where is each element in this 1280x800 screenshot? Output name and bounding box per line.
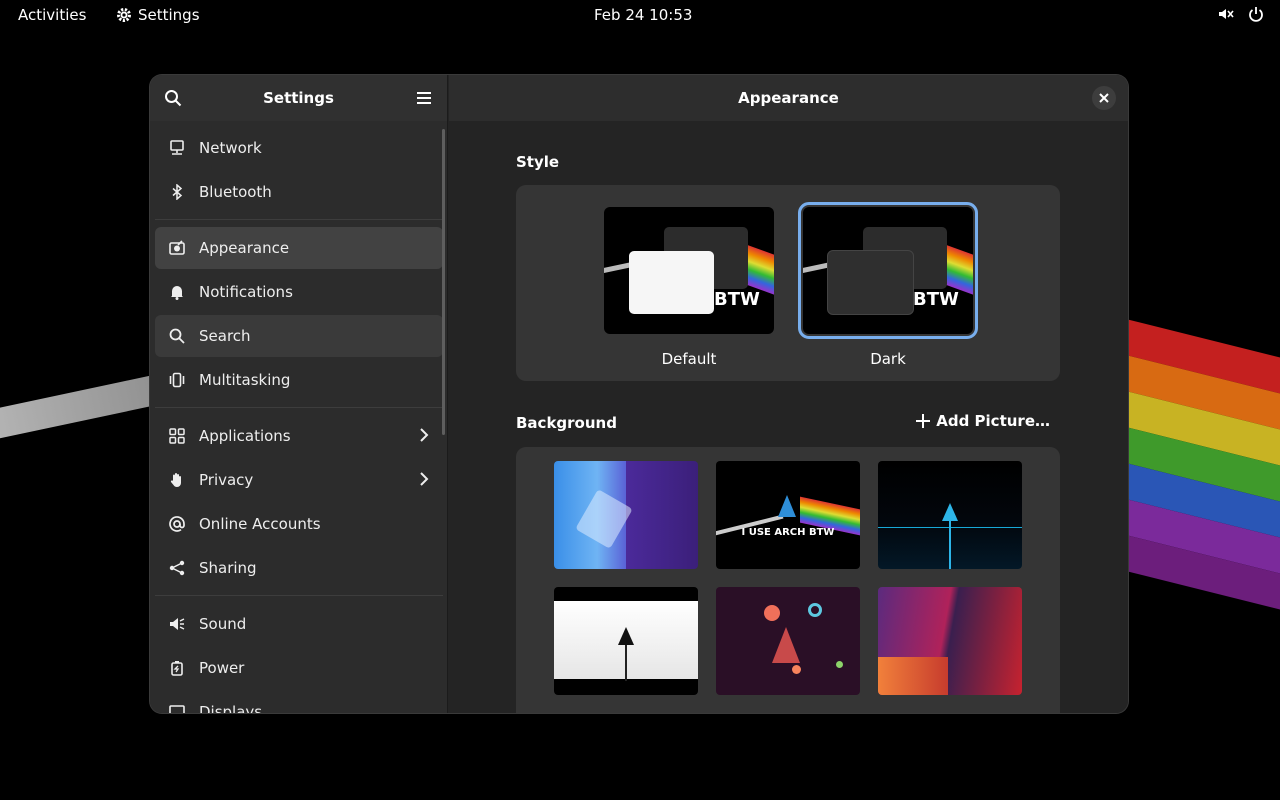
sidebar-item-bluetooth[interactable]: Bluetooth	[155, 171, 443, 213]
background-gallery: I USE ARCH BTW	[516, 447, 1060, 713]
appearance-panel: Appearance Style BTW Default BTW Dark Ba…	[449, 75, 1128, 713]
power-icon	[1249, 7, 1263, 22]
sidebar-item-label: Network	[199, 139, 262, 157]
app-menu-label: Settings	[138, 6, 200, 24]
sidebar-separator	[155, 595, 443, 596]
clock[interactable]: Feb 24 10:53	[594, 6, 692, 24]
settings-window: Settings Network Bluetooth Appearance No…	[150, 75, 1128, 713]
sidebar-item-label: Bluetooth	[199, 183, 272, 201]
sidebar-list: Network Bluetooth Appearance Notificatio	[155, 127, 443, 713]
sidebar-item-power[interactable]: Power	[155, 647, 443, 689]
activities-button[interactable]: Activities	[18, 6, 86, 24]
display-icon	[167, 702, 187, 713]
plus-icon	[916, 414, 931, 428]
sidebar-item-notifications[interactable]: Notifications	[155, 271, 443, 313]
at-icon	[167, 514, 187, 534]
sidebar-item-applications[interactable]: Applications	[155, 415, 443, 457]
close-icon	[1099, 93, 1109, 103]
add-picture-label: Add Picture…	[936, 412, 1050, 430]
bell-icon	[167, 282, 187, 302]
chevron-right-icon	[419, 427, 429, 447]
appearance-icon	[167, 238, 187, 258]
speaker-icon	[167, 614, 187, 634]
background-section-title: Background	[516, 414, 617, 432]
style-preview-default: BTW	[604, 207, 774, 334]
share-icon	[167, 558, 187, 578]
sidebar-item-label: Multitasking	[199, 371, 291, 389]
sidebar-item-sharing[interactable]: Sharing	[155, 547, 443, 589]
sidebar-item-label: Online Accounts	[199, 515, 321, 533]
style-option-label: Dark	[870, 350, 906, 368]
sidebar-scrollbar[interactable]	[442, 129, 445, 435]
battery-icon	[167, 658, 187, 678]
sidebar-item-label: Privacy	[199, 471, 254, 489]
main-menu-button[interactable]	[413, 87, 435, 109]
close-button[interactable]	[1092, 86, 1116, 110]
sidebar-item-search[interactable]: Search	[155, 315, 443, 357]
preview-text: BTW	[714, 289, 760, 310]
sidebar-separator	[155, 219, 443, 220]
system-status[interactable]	[1218, 6, 1264, 22]
sidebar-item-displays[interactable]: Displays	[155, 691, 443, 713]
chevron-right-icon	[419, 471, 429, 491]
wallpaper-thumb-blue-hex[interactable]	[554, 461, 698, 569]
style-option-label: Default	[661, 350, 717, 368]
hamburger-icon	[417, 92, 431, 104]
sidebar-item-privacy[interactable]: Privacy	[155, 459, 443, 501]
sidebar-item-label: Applications	[199, 427, 291, 445]
sidebar-item-label: Sound	[199, 615, 247, 633]
style-chooser: BTW Default BTW Dark	[516, 185, 1060, 381]
sidebar-item-appearance[interactable]: Appearance	[155, 227, 443, 269]
top-bar: Activities Settings Feb 24 10:53	[0, 0, 1280, 32]
sidebar-item-network[interactable]: Network	[155, 127, 443, 169]
gear-icon	[117, 8, 131, 22]
wallpaper-thumb-arch-white[interactable]	[554, 587, 698, 695]
wallpaper-caption: I USE ARCH BTW	[741, 527, 835, 538]
style-option-dark[interactable]: BTW Dark	[798, 202, 978, 368]
sidebar-item-label: Sharing	[199, 559, 257, 577]
search-button[interactable]	[162, 87, 184, 109]
volume-muted-icon	[1219, 9, 1234, 19]
bluetooth-icon	[167, 182, 187, 202]
sidebar-item-online-accounts[interactable]: Online Accounts	[155, 503, 443, 545]
network-icon	[167, 138, 187, 158]
search-icon	[165, 90, 182, 107]
style-preview-dark: BTW	[798, 202, 978, 339]
sidebar-item-label: Appearance	[199, 239, 290, 257]
app-menu[interactable]: Settings	[116, 6, 200, 24]
sidebar-separator	[155, 407, 443, 408]
search-icon	[167, 326, 187, 346]
style-option-default[interactable]: BTW Default	[604, 207, 774, 368]
wallpaper-thumb-arch-grid[interactable]	[878, 461, 1022, 569]
sidebar-item-label: Displays	[199, 703, 263, 713]
preview-text: BTW	[913, 289, 959, 310]
sidebar-item-label: Notifications	[199, 283, 293, 301]
hand-icon	[167, 470, 187, 490]
sidebar-item-label: Power	[199, 659, 245, 677]
wallpaper-thumb-arch-space[interactable]	[716, 587, 860, 695]
sidebar-item-sound[interactable]: Sound	[155, 603, 443, 645]
wallpaper-thumb-red-abstract[interactable]	[878, 587, 1022, 695]
wallpaper-thumb-arch-prism[interactable]: I USE ARCH BTW	[716, 461, 860, 569]
sidebar: Settings Network Bluetooth Appearance No…	[150, 75, 448, 713]
sidebar-item-label: Search	[199, 327, 251, 345]
add-picture-button[interactable]: Add Picture…	[916, 412, 1050, 430]
sidebar-title: Settings	[263, 89, 334, 107]
content-header: Appearance	[449, 75, 1128, 121]
multitasking-icon	[167, 370, 187, 390]
apps-grid-icon	[167, 426, 187, 446]
style-section-title: Style	[516, 153, 560, 171]
page-title: Appearance	[738, 89, 839, 107]
sidebar-item-multitasking[interactable]: Multitasking	[155, 359, 443, 401]
sidebar-header: Settings	[150, 75, 447, 121]
